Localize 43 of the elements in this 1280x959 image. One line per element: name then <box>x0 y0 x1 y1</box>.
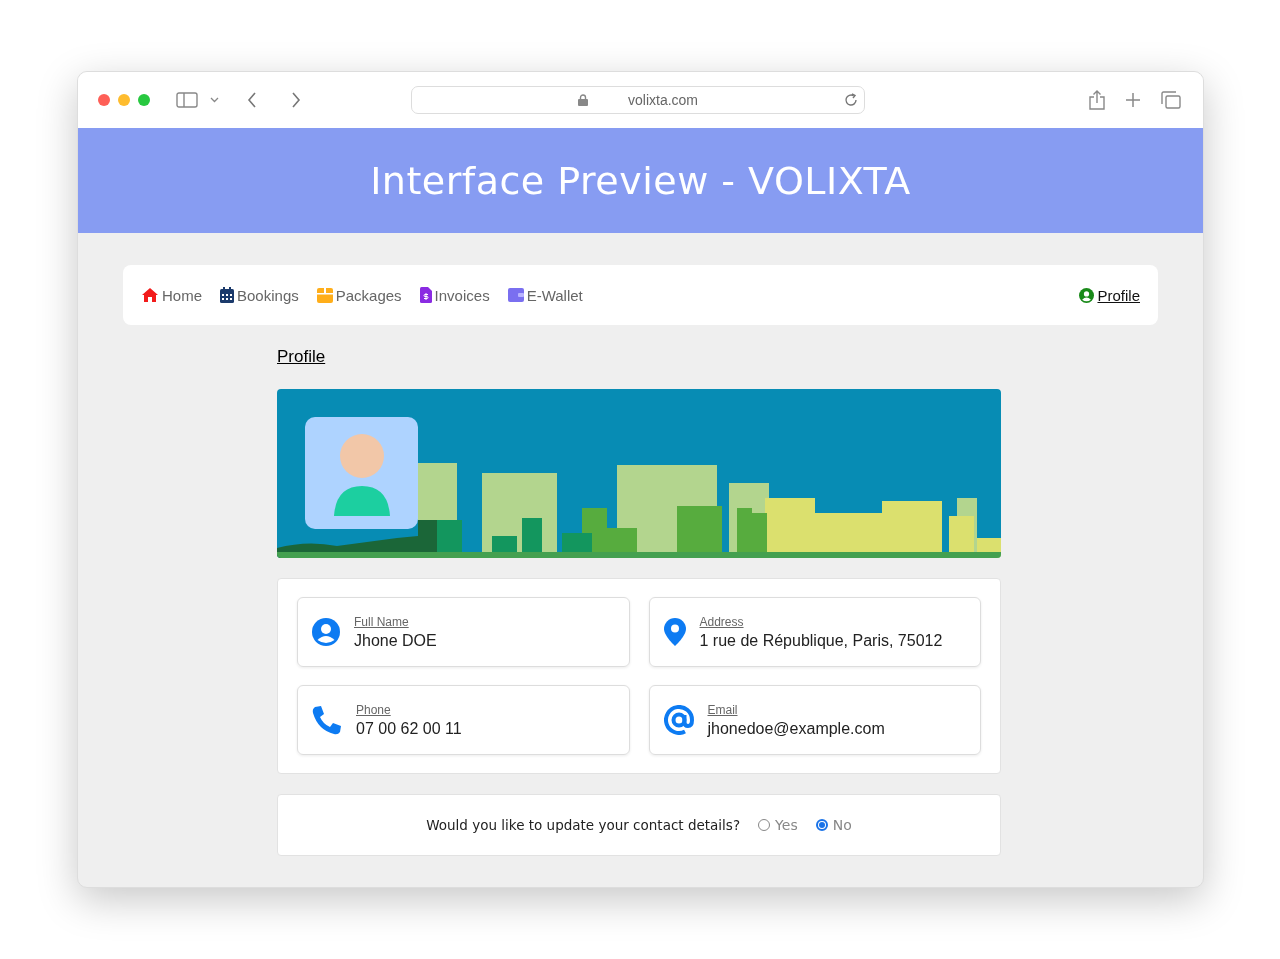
radio-option[interactable]: Yes <box>758 817 798 833</box>
house-icon <box>141 287 159 303</box>
tabs-icon[interactable] <box>1161 91 1181 109</box>
detail-value: 1 rue de République, Paris, 75012 <box>699 631 943 650</box>
back-icon[interactable] <box>247 92 257 108</box>
at-sign-icon <box>663 705 694 735</box>
close-window-button[interactable] <box>98 94 110 106</box>
nav-link[interactable]: Invoices <box>419 286 490 304</box>
question-text: Would you like to update your contact details? <box>426 817 741 833</box>
nav-link[interactable]: Bookings <box>220 286 299 304</box>
sidebar-icon[interactable] <box>176 92 198 108</box>
nav-link[interactable]: E-Wallet <box>507 286 583 304</box>
chevron-down-icon[interactable] <box>210 97 219 103</box>
section-title: Profile <box>277 347 326 367</box>
reload-icon[interactable] <box>844 93 858 107</box>
detail-label: Email <box>707 702 738 717</box>
radio-option[interactable]: No <box>815 817 852 833</box>
nav-link[interactable]: Home <box>141 286 202 304</box>
location-pin-icon <box>663 618 686 646</box>
detail-value: jhonedoe@example.com <box>707 719 885 738</box>
maximize-window-button[interactable] <box>138 94 150 106</box>
forward-icon[interactable] <box>291 92 301 108</box>
radio-button[interactable] <box>815 819 828 831</box>
minimize-window-button[interactable] <box>118 94 130 106</box>
nav-link[interactable]: Packages <box>316 286 402 304</box>
detail-value: Jhone DOE <box>354 631 437 650</box>
lock-icon <box>578 94 588 106</box>
address-bar[interactable]: volixta.com <box>411 86 865 114</box>
invoice-icon <box>419 287 432 303</box>
page-heading: Interface Preview - VOLIXTA <box>370 158 911 203</box>
box-icon <box>316 287 333 303</box>
detail-label: Address <box>699 614 744 629</box>
share-icon[interactable] <box>1089 90 1105 110</box>
detail-value: 07 00 62 00 11 <box>356 719 462 738</box>
profile-link[interactable]: Profile <box>1079 286 1140 304</box>
wallet-icon <box>507 288 524 302</box>
calendar-icon <box>220 287 234 303</box>
user-circle-icon <box>1079 287 1095 303</box>
detail-label: Full Name <box>354 614 409 629</box>
detail-label: Phone <box>356 702 391 717</box>
user-icon <box>312 618 340 646</box>
plus-icon[interactable] <box>1125 92 1141 108</box>
phone-icon <box>312 705 342 735</box>
